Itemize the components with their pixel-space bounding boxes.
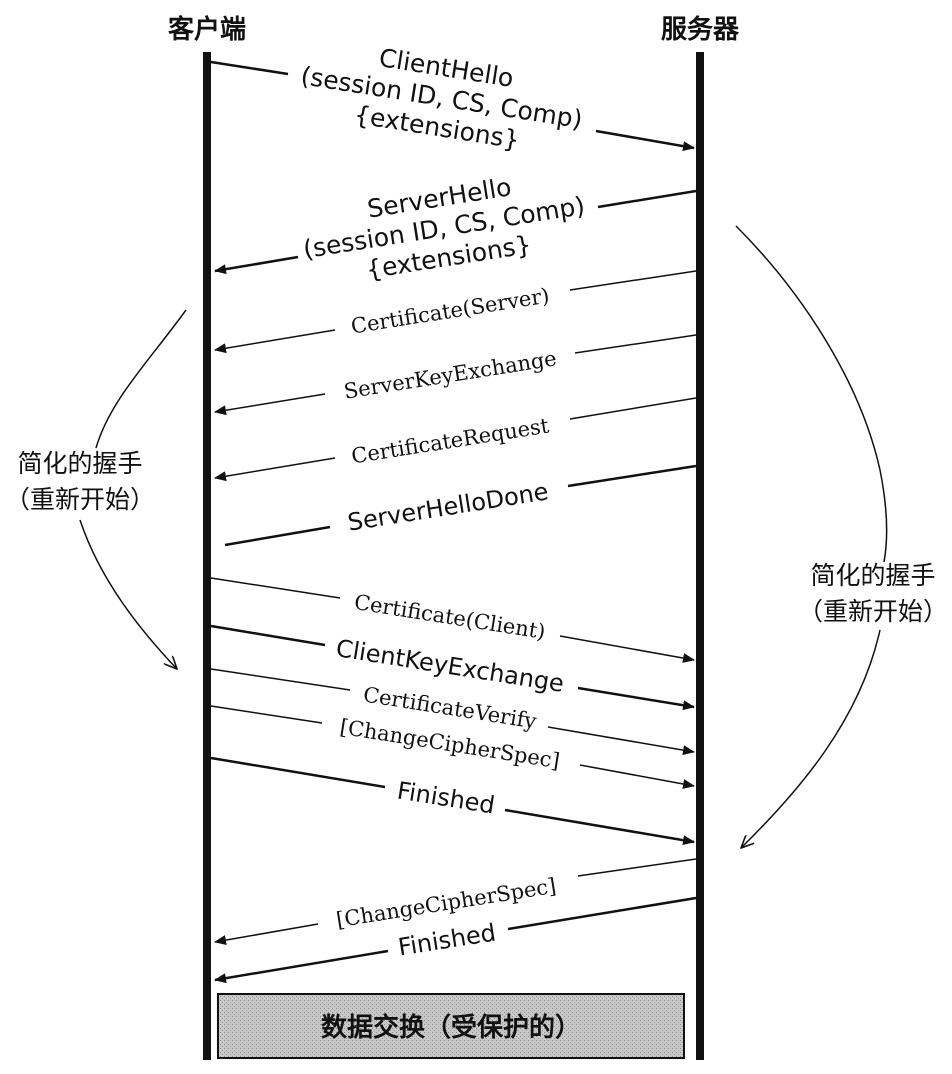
right-curve-arrow-top <box>735 225 888 563</box>
right-annotation-line1: 简化的握手 <box>810 561 935 590</box>
certificate-client-label: Certificate(Client) <box>353 590 548 644</box>
message-server-hello: ServerHello (session ID, CS, Comp) {exte… <box>214 172 697 285</box>
certificate-server-label: Certificate(Server) <box>349 283 551 338</box>
message-server-hello-done: ServerHelloDone <box>224 464 697 547</box>
change-cipher-spec-server-label: [ChangeCipherSpec] <box>335 874 558 932</box>
message-client-hello: ClientHello (session ID, CS, Comp) {exte… <box>210 43 695 155</box>
tls-handshake-diagram: 客户端 服务器 ClientHello (session ID, CS, Com… <box>5 14 948 1060</box>
server-key-exchange-label: ServerKeyExchange <box>342 346 558 403</box>
message-server-key-exchange: ServerKeyExchange <box>214 334 697 416</box>
left-annotation-line1: 简化的握手 <box>17 449 142 478</box>
message-certificate-server: Certificate(Server) <box>214 270 697 354</box>
left-curve-arrow-top <box>95 309 187 449</box>
right-curve-arrow-bottom <box>741 629 881 848</box>
message-certificate-client: Certificate(Client) <box>210 577 695 663</box>
left-annotation: 简化的握手 （重新开始） <box>5 309 187 669</box>
right-annotation: 简化的握手 （重新开始） <box>735 225 948 848</box>
data-exchange-box: 数据交换（受保护的） <box>217 993 685 1059</box>
client-header: 客户端 <box>168 14 246 45</box>
message-client-key-exchange: ClientKeyExchange <box>210 624 695 711</box>
server-header: 服务器 <box>661 15 740 45</box>
left-curve-arrow-bottom <box>79 519 177 669</box>
left-annotation-line2: （重新开始） <box>5 485 155 514</box>
server-hello-done-label: ServerHelloDone <box>346 477 551 536</box>
finished-server-label: Finished <box>396 918 497 961</box>
finished-client-label: Finished <box>395 776 496 819</box>
right-annotation-line2: （重新开始） <box>798 597 948 626</box>
data-exchange-label: 数据交换（受保护的） <box>321 1012 581 1043</box>
message-finished-client: Finished <box>210 756 695 846</box>
message-certificate-request: CertificateRequest <box>214 397 697 482</box>
certificate-request-label: CertificateRequest <box>350 413 552 468</box>
